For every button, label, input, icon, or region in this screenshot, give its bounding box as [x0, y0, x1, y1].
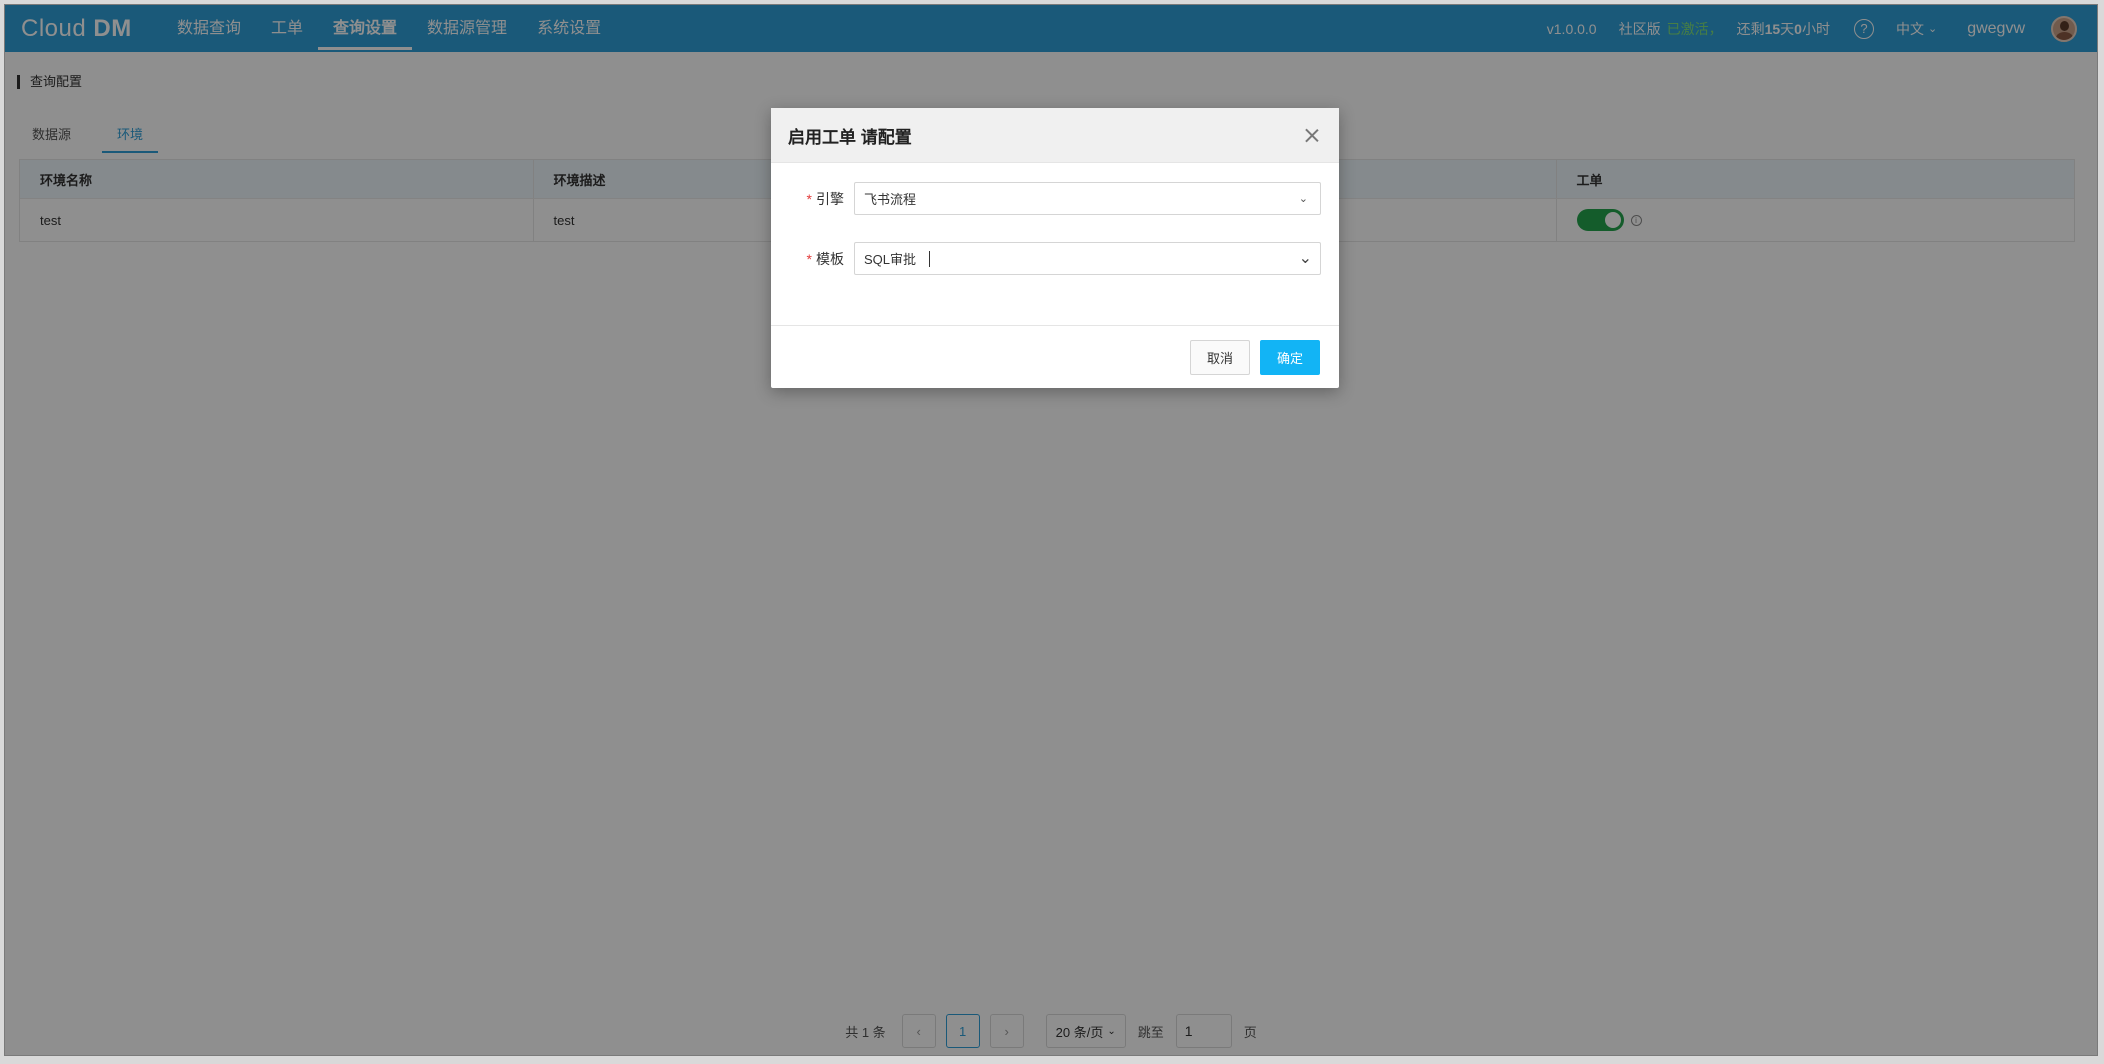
dialog-title: 启用工单 请配置 [788, 127, 912, 147]
dialog-header: 启用工单 请配置 [771, 108, 1339, 163]
template-select[interactable]: SQL审批 ⌄ [854, 242, 1321, 275]
required-marker: * [806, 190, 812, 207]
close-icon[interactable] [1302, 125, 1322, 145]
engine-selected-value: 飞书流程 [864, 192, 917, 207]
engine-label-text: 引擎 [816, 190, 844, 207]
template-form-row: * 模板 SQL审批 ⌄ [771, 242, 1321, 275]
text-cursor [929, 250, 931, 267]
engine-form-row: * 引擎 飞书流程 ⌄ [771, 182, 1321, 215]
required-marker: * [806, 250, 812, 267]
engine-label: * 引擎 [771, 189, 854, 209]
template-selected-value: SQL审批 [864, 252, 917, 267]
chevron-down-icon: ⌄ [1298, 193, 1308, 205]
template-label: * 模板 [771, 249, 854, 269]
enable-workorder-dialog: 启用工单 请配置 * 引擎 飞书流程 ⌄ * 模板 SQL审批 ⌄ 取消 确定 [771, 108, 1339, 388]
app-window: Cloud DM 数据查询 工单 查询设置 数据源管理 系统设置 v1.0.0.… [4, 4, 2098, 1056]
dialog-footer: 取消 确定 [771, 325, 1339, 388]
template-label-text: 模板 [816, 250, 844, 267]
cancel-button[interactable]: 取消 [1189, 339, 1250, 375]
engine-select[interactable]: 飞书流程 ⌄ [854, 182, 1321, 215]
confirm-button[interactable]: 确定 [1259, 339, 1320, 375]
chevron-down-icon: ⌄ [1298, 250, 1312, 267]
